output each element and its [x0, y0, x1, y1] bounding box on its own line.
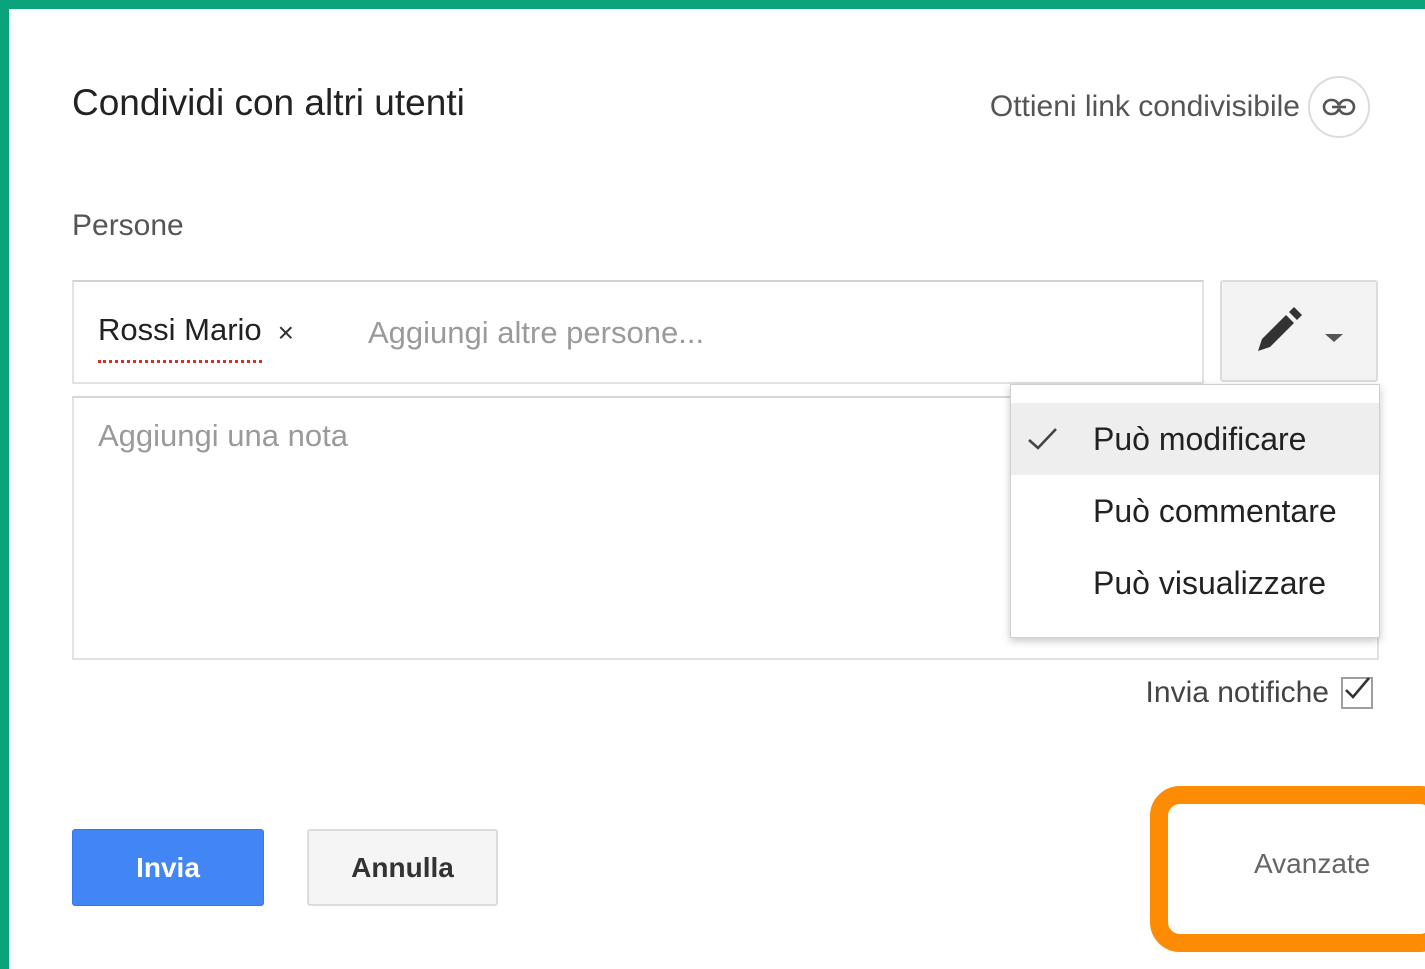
frame-left-border [0, 0, 9, 969]
person-chip: Rossi Mario × [98, 312, 294, 363]
pencil-icon [1258, 307, 1302, 351]
chevron-down-icon [1325, 334, 1343, 342]
send-button[interactable]: Invia [72, 829, 264, 906]
people-label: Persone [72, 209, 184, 242]
dialog-title: Condividi con altri utenti [72, 82, 465, 123]
remove-person-icon[interactable]: × [278, 317, 294, 349]
checkmark-icon [1345, 677, 1370, 699]
permission-dropdown-button[interactable] [1220, 280, 1378, 382]
menu-item-label: Può commentare [1093, 492, 1337, 529]
menu-item-label: Può visualizzare [1093, 564, 1326, 601]
frame-top-border [0, 0, 1425, 9]
permission-menu: Può modificare Può commentare Può visual… [1010, 384, 1380, 638]
send-notifications: Invia notifiche [1146, 676, 1373, 710]
note-textarea[interactable] [96, 416, 1000, 640]
notify-checkbox[interactable] [1341, 677, 1373, 709]
advanced-link[interactable]: Avanzate [1254, 848, 1370, 880]
link-icon[interactable] [1308, 76, 1370, 138]
share-link-label: Ottieni link condivisibile [989, 90, 1300, 123]
get-shareable-link[interactable]: Ottieni link condivisibile [990, 76, 1370, 138]
add-people-input[interactable] [366, 304, 970, 362]
cancel-button[interactable]: Annulla [307, 829, 498, 906]
people-field[interactable]: Rossi Mario × [72, 280, 1204, 384]
menu-item-label: Può modificare [1093, 420, 1307, 457]
menu-item-can-view[interactable]: Può visualizzare [1011, 547, 1379, 619]
menu-item-can-edit[interactable]: Può modificare [1011, 403, 1379, 475]
person-chip-name: Rossi Mario [98, 312, 262, 363]
menu-item-can-comment[interactable]: Può commentare [1011, 475, 1379, 547]
notify-label: Invia notifiche [1145, 676, 1329, 709]
checkmark-icon [1028, 428, 1057, 450]
